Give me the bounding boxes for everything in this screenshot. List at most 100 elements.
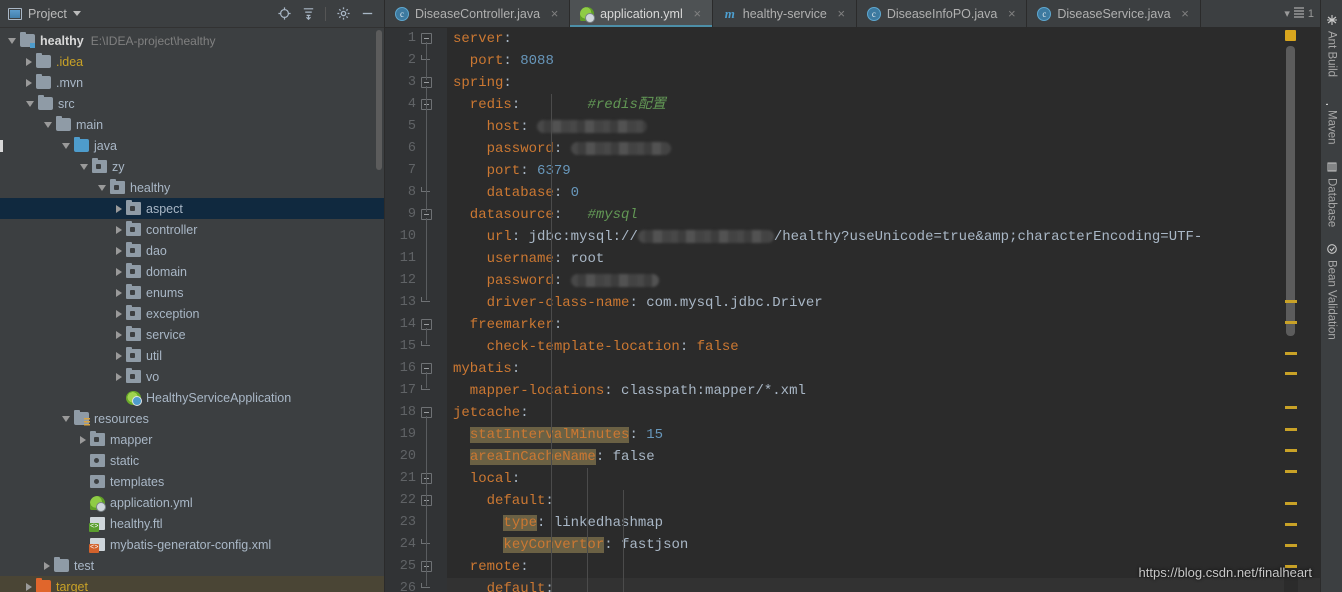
tree-item-vo[interactable]: vo [0, 366, 384, 387]
tree-collapsed-arrow-icon[interactable] [116, 267, 122, 276]
tree-item-enums[interactable]: enums [0, 282, 384, 303]
code-line[interactable]: password: [447, 270, 1320, 292]
code-line[interactable]: keyConvertor: fastjson [447, 534, 1320, 556]
tree-collapsed-arrow-icon[interactable] [116, 204, 122, 213]
tree-item-main[interactable]: main [0, 114, 384, 135]
code-line[interactable]: database: 0 [447, 182, 1320, 204]
code-line[interactable]: datasource: #mysql [447, 204, 1320, 226]
tree-collapsed-arrow-icon[interactable] [116, 288, 122, 297]
tree-collapsed-arrow-icon[interactable] [26, 582, 32, 591]
code-line[interactable]: port: 8088 [447, 50, 1320, 72]
project-tree[interactable]: healthy E:\IDEA-project\healthy .idea .mvn s… [0, 28, 384, 592]
close-icon[interactable]: × [1005, 6, 1018, 21]
collapse-all-icon[interactable] [297, 3, 319, 25]
minimize-icon[interactable] [356, 3, 378, 25]
tree-expanded-arrow-icon[interactable] [80, 163, 88, 170]
close-icon[interactable]: × [835, 6, 848, 21]
tree-expanded-arrow-icon[interactable] [62, 142, 70, 149]
tree-expanded-arrow-icon[interactable] [44, 121, 52, 128]
editor-tab-diseaseservice-java[interactable]: DiseaseService.java × [1027, 0, 1201, 27]
tree-item-test[interactable]: test [0, 555, 384, 576]
editor-gutter[interactable]: 1 2 3 4 5 6 7 8 9 10 11 12 13 14 15 16 17 18 19 20 21 22 23 24 2… [385, 28, 447, 592]
code-line[interactable]: default: [447, 490, 1320, 512]
tree-expanded-arrow-icon[interactable] [8, 37, 16, 44]
tree-item-mapper[interactable]: mapper [0, 429, 384, 450]
code-line[interactable]: username: root [447, 248, 1320, 270]
code-line[interactable]: password: [447, 138, 1320, 160]
tree-item-aspect[interactable]: aspect [0, 198, 384, 219]
tree-item-templates[interactable]: templates [0, 471, 384, 492]
code-line[interactable]: areaInCacheName: false [447, 446, 1320, 468]
tree-item-service[interactable]: service [0, 324, 384, 345]
editor-scrollbar-thumb[interactable] [1286, 46, 1295, 336]
code-line[interactable]: freemarker: [447, 314, 1320, 336]
tree-item-zy[interactable]: zy [0, 156, 384, 177]
tree-collapsed-arrow-icon[interactable] [116, 309, 122, 318]
tree-collapsed-arrow-icon[interactable] [116, 246, 122, 255]
editor-tab-diseaseinfopo-java[interactable]: DiseaseInfoPO.java × [857, 0, 1028, 27]
tree-item-util[interactable]: util [0, 345, 384, 366]
tool-window-button-database[interactable]: Database [1323, 155, 1341, 233]
tree-collapsed-arrow-icon[interactable] [116, 351, 122, 360]
tree-collapsed-arrow-icon[interactable] [80, 435, 86, 444]
close-icon[interactable]: × [548, 6, 561, 21]
tree-item-src[interactable]: src [0, 93, 384, 114]
tree-item--mvn[interactable]: .mvn [0, 72, 384, 93]
code-folding-column[interactable] [419, 28, 435, 592]
code-line[interactable]: driver-class-name: com.mysql.jdbc.Driver [447, 292, 1320, 314]
tree-collapsed-arrow-icon[interactable] [116, 330, 122, 339]
tree-expanded-arrow-icon[interactable] [26, 100, 34, 107]
tree-collapsed-arrow-icon[interactable] [116, 225, 122, 234]
code-content[interactable]: server: port: 8088 spring: redis: #redis配… [447, 28, 1320, 592]
editor-tab-healthy-service[interactable]: healthy-service × [713, 0, 857, 27]
tree-item-domain[interactable]: domain [0, 261, 384, 282]
tree-collapsed-arrow-icon[interactable] [116, 372, 122, 381]
code-line[interactable]: spring: [447, 72, 1320, 94]
tree-item-controller[interactable]: controller [0, 219, 384, 240]
code-line[interactable]: local: [447, 468, 1320, 490]
tool-window-button-maven[interactable]: m Maven [1320, 87, 1341, 151]
tree-item-exception[interactable]: exception [0, 303, 384, 324]
tree-expanded-arrow-icon[interactable] [98, 184, 106, 191]
code-line[interactable]: mapper-locations: classpath:mapper/*.xml [447, 380, 1320, 402]
code-line[interactable]: redis: #redis配置 [447, 94, 1320, 116]
tree-expanded-arrow-icon[interactable] [62, 415, 70, 422]
close-icon[interactable]: × [1179, 6, 1192, 21]
tree-item-healthy-ftl[interactable]: healthy.ftl [0, 513, 384, 534]
tree-item-healthy[interactable]: healthy [0, 177, 384, 198]
code-line[interactable]: jetcache: [447, 402, 1320, 424]
tree-item-mybatis-generator-config-xml[interactable]: mybatis-generator-config.xml [0, 534, 384, 555]
project-panel-title-group[interactable]: Project [8, 7, 81, 21]
tree-item-static[interactable]: static [0, 450, 384, 471]
editor-tab-diseasecontroller-java[interactable]: DiseaseController.java × [385, 0, 571, 27]
code-line[interactable]: url: jdbc:mysql:// /healthy?useUnicode=tr… [447, 226, 1320, 248]
tree-item-healthy[interactable]: healthy E:\IDEA-project\healthy [0, 30, 384, 51]
tree-collapsed-arrow-icon[interactable] [26, 78, 32, 87]
code-line[interactable]: port: 6379 [447, 160, 1320, 182]
editor-tab-application-yml[interactable]: application.yml × [570, 0, 713, 27]
panel-resize-handle[interactable] [0, 140, 3, 152]
close-icon[interactable]: × [691, 6, 704, 21]
code-line[interactable]: host: [447, 116, 1320, 138]
code-line[interactable]: type: linkedhashmap [447, 512, 1320, 534]
tree-item-dao[interactable]: dao [0, 240, 384, 261]
tree-item-java[interactable]: java [0, 135, 384, 156]
tree-item-resources[interactable]: resources [0, 408, 384, 429]
tool-window-button-bean-validation[interactable]: Bean Validation [1323, 237, 1341, 346]
tree-item-application-yml[interactable]: application.yml [0, 492, 384, 513]
code-line[interactable]: statIntervalMinutes: 15 [447, 424, 1320, 446]
tree-item-target[interactable]: target [0, 576, 384, 592]
editor-scrollbar[interactable] [1284, 28, 1298, 592]
code-line[interactable]: default: [447, 578, 1320, 592]
tree-collapsed-arrow-icon[interactable] [26, 57, 32, 66]
code-line[interactable]: mybatis: [447, 358, 1320, 380]
locate-target-icon[interactable] [273, 3, 295, 25]
tree-collapsed-arrow-icon[interactable] [44, 561, 50, 570]
project-tree-scrollbar[interactable] [376, 30, 382, 170]
inspection-status-icon[interactable] [1285, 30, 1296, 41]
settings-gear-icon[interactable] [332, 3, 354, 25]
tree-item-healthyserviceapplication[interactable]: HealthyServiceApplication [0, 387, 384, 408]
code-line[interactable]: check-template-location: false [447, 336, 1320, 358]
chevron-down-icon[interactable]: ▾ [1284, 7, 1290, 20]
tool-window-button-ant-build[interactable]: Ant Build [1323, 8, 1341, 83]
